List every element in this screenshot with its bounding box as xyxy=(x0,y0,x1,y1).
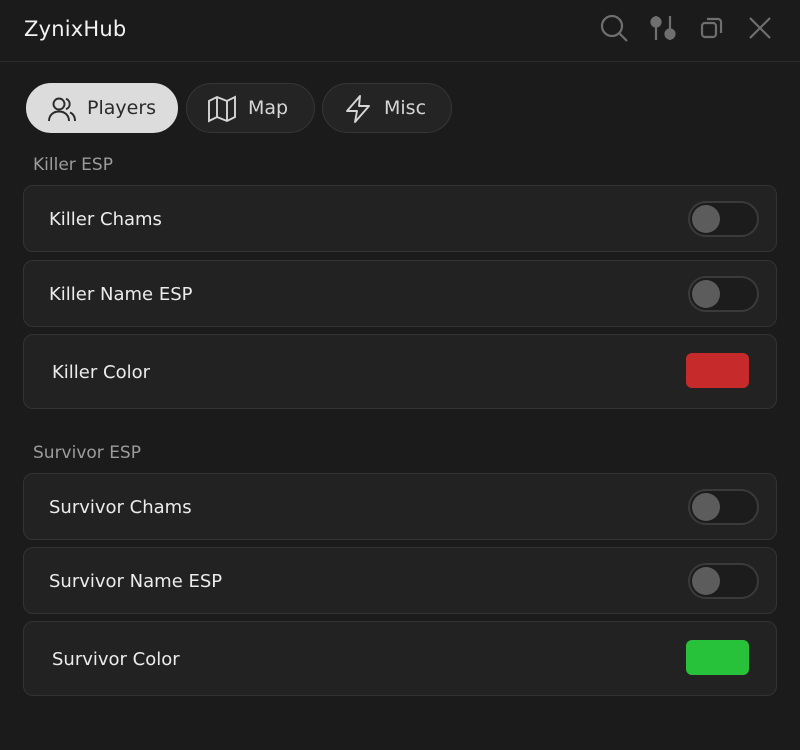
setting-row-killer-chams: Killer Chams xyxy=(23,185,777,252)
setting-label: Killer Chams xyxy=(49,209,162,230)
lightning-icon xyxy=(343,94,373,128)
restore-window-icon[interactable] xyxy=(697,13,727,43)
setting-row-survivor-color: Survivor Color xyxy=(23,621,777,696)
users-icon xyxy=(47,95,77,127)
setting-label: Survivor Color xyxy=(52,649,180,670)
close-icon[interactable] xyxy=(745,13,775,43)
setting-label: Survivor Chams xyxy=(49,497,192,518)
section-title-survivor-esp: Survivor ESP xyxy=(33,443,141,463)
tab-players[interactable]: Players xyxy=(26,83,178,133)
map-icon xyxy=(207,95,237,127)
setting-label: Killer Name ESP xyxy=(49,284,193,305)
toggle-knob xyxy=(692,205,720,233)
tab-map-label: Map xyxy=(248,97,289,119)
setting-row-killer-name-esp: Killer Name ESP xyxy=(23,260,777,327)
title-bar: ZynixHub xyxy=(0,0,800,62)
setting-row-survivor-name-esp: Survivor Name ESP xyxy=(23,547,777,614)
killer-name-esp-toggle[interactable] xyxy=(688,276,759,312)
survivor-color-swatch[interactable] xyxy=(686,640,749,675)
tab-map[interactable]: Map xyxy=(186,83,315,133)
killer-chams-toggle[interactable] xyxy=(688,201,759,237)
setting-row-survivor-chams: Survivor Chams xyxy=(23,473,777,540)
tab-misc[interactable]: Misc xyxy=(322,83,452,133)
toggle-knob xyxy=(692,280,720,308)
setting-label: Survivor Name ESP xyxy=(49,571,223,592)
search-icon[interactable] xyxy=(599,13,629,43)
survivor-chams-toggle[interactable] xyxy=(688,489,759,525)
killer-color-swatch[interactable] xyxy=(686,353,749,388)
setting-row-killer-color: Killer Color xyxy=(23,334,777,409)
survivor-name-esp-toggle[interactable] xyxy=(688,563,759,599)
sliders-icon[interactable] xyxy=(648,13,678,43)
setting-label: Killer Color xyxy=(52,362,150,383)
tab-players-label: Players xyxy=(87,97,157,119)
toggle-knob xyxy=(692,567,720,595)
section-title-killer-esp: Killer ESP xyxy=(33,155,113,175)
toggle-knob xyxy=(692,493,720,521)
app-title: ZynixHub xyxy=(24,17,127,41)
app-window: ZynixHub Players Map Misc Killer ESP Kil… xyxy=(0,0,800,750)
tab-misc-label: Misc xyxy=(384,97,427,119)
